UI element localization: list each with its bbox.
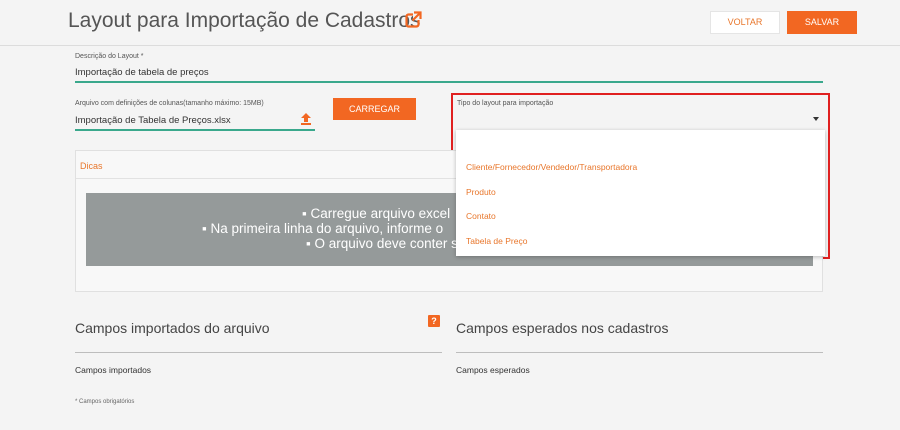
chevron-down-icon[interactable] (813, 117, 819, 121)
dropdown-option-contato[interactable]: Contato (466, 211, 496, 221)
tips-title: Dicas (80, 161, 103, 171)
dropdown-option-tabela[interactable]: Tabela de Preço (466, 236, 527, 246)
tips-line: ▪ O arquivo deve conter s (306, 236, 458, 251)
upload-icon[interactable] (301, 113, 311, 125)
required-fields-note: * Campos obrigatórios (75, 399, 135, 405)
expected-fields-divider (456, 352, 823, 353)
dropdown-option-produto[interactable]: Produto (466, 187, 496, 197)
imported-fields-subtitle: Campos importados (75, 365, 152, 375)
expected-fields-title: Campos esperados nos cadastros (456, 320, 669, 336)
layout-type-label: Tipo do layout para importação (457, 100, 554, 107)
description-underline (75, 81, 823, 83)
layout-type-dropdown: Cliente/Fornecedor/Vendedor/Transportado… (456, 130, 825, 256)
imported-fields-title: Campos importados do arquivo (75, 320, 270, 336)
page-header: Layout para Importação de Cadastros VOLT… (0, 0, 900, 46)
page-title: Layout para Importação de Cadastros (68, 9, 421, 32)
imported-fields-divider (75, 352, 442, 353)
save-button[interactable]: SALVAR (787, 11, 857, 34)
description-input[interactable]: Importação de tabela de preços (75, 67, 209, 78)
back-button[interactable]: VOLTAR (710, 11, 780, 34)
external-link-icon[interactable] (405, 11, 422, 28)
file-underline (75, 129, 315, 131)
tips-line: ▪ Na primeira linha do arquivo, informe … (202, 221, 444, 236)
dropdown-option-cliente[interactable]: Cliente/Fornecedor/Vendedor/Transportado… (466, 162, 637, 172)
file-input[interactable]: Importação de Tabela de Preços.xlsx (75, 115, 231, 126)
description-label: Descrição do Layout * (75, 53, 144, 60)
help-icon[interactable]: ? (428, 315, 440, 327)
load-button[interactable]: CARREGAR (333, 98, 416, 120)
expected-fields-subtitle: Campos esperados (456, 365, 530, 375)
tips-line: ▪ Carregue arquivo excel (302, 206, 451, 221)
file-label: Arquivo com definições de colunas(tamanh… (75, 100, 264, 107)
